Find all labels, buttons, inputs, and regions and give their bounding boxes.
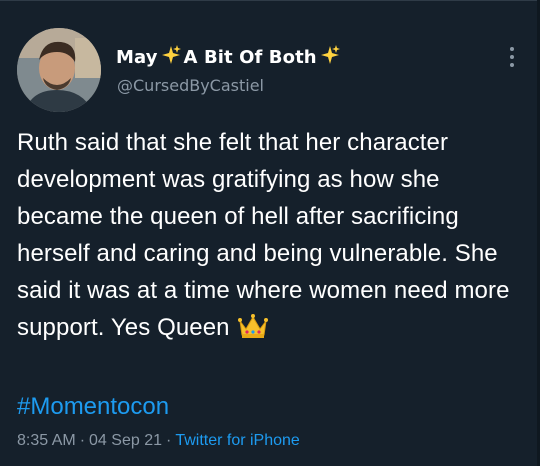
display-name-prefix: May <box>116 46 158 68</box>
top-divider <box>0 0 540 1</box>
avatar[interactable] <box>17 28 101 112</box>
more-options-icon[interactable] <box>506 44 518 70</box>
sparkles-icon <box>160 44 182 70</box>
author-name-row[interactable]: May A Bit Of Both <box>116 44 343 70</box>
crown-icon <box>237 313 268 350</box>
separator-dot: · <box>79 432 86 449</box>
hashtag-link[interactable]: #Momentocon <box>17 388 169 425</box>
tweet-date[interactable]: 04 Sep 21 <box>89 432 162 449</box>
tweet-meta: 8:35 AM · 04 Sep 21 · Twitter for iPhone <box>17 432 300 450</box>
avatar-photo <box>17 28 101 112</box>
separator-dot: · <box>165 432 172 449</box>
tweet-time[interactable]: 8:35 AM <box>17 432 76 449</box>
tweet-card: May A Bit Of Both @CursedByCastiel Ruth … <box>0 0 540 466</box>
tweet-body: Ruth said that she felt that her charact… <box>17 129 510 341</box>
tweet-text: Ruth said that she felt that her charact… <box>17 124 522 350</box>
sparkles-icon <box>319 44 341 70</box>
author-handle[interactable]: @CursedByCastiel <box>117 76 264 95</box>
display-name-middle: A Bit Of Both <box>183 46 317 68</box>
tweet-source[interactable]: Twitter for iPhone <box>175 432 300 449</box>
